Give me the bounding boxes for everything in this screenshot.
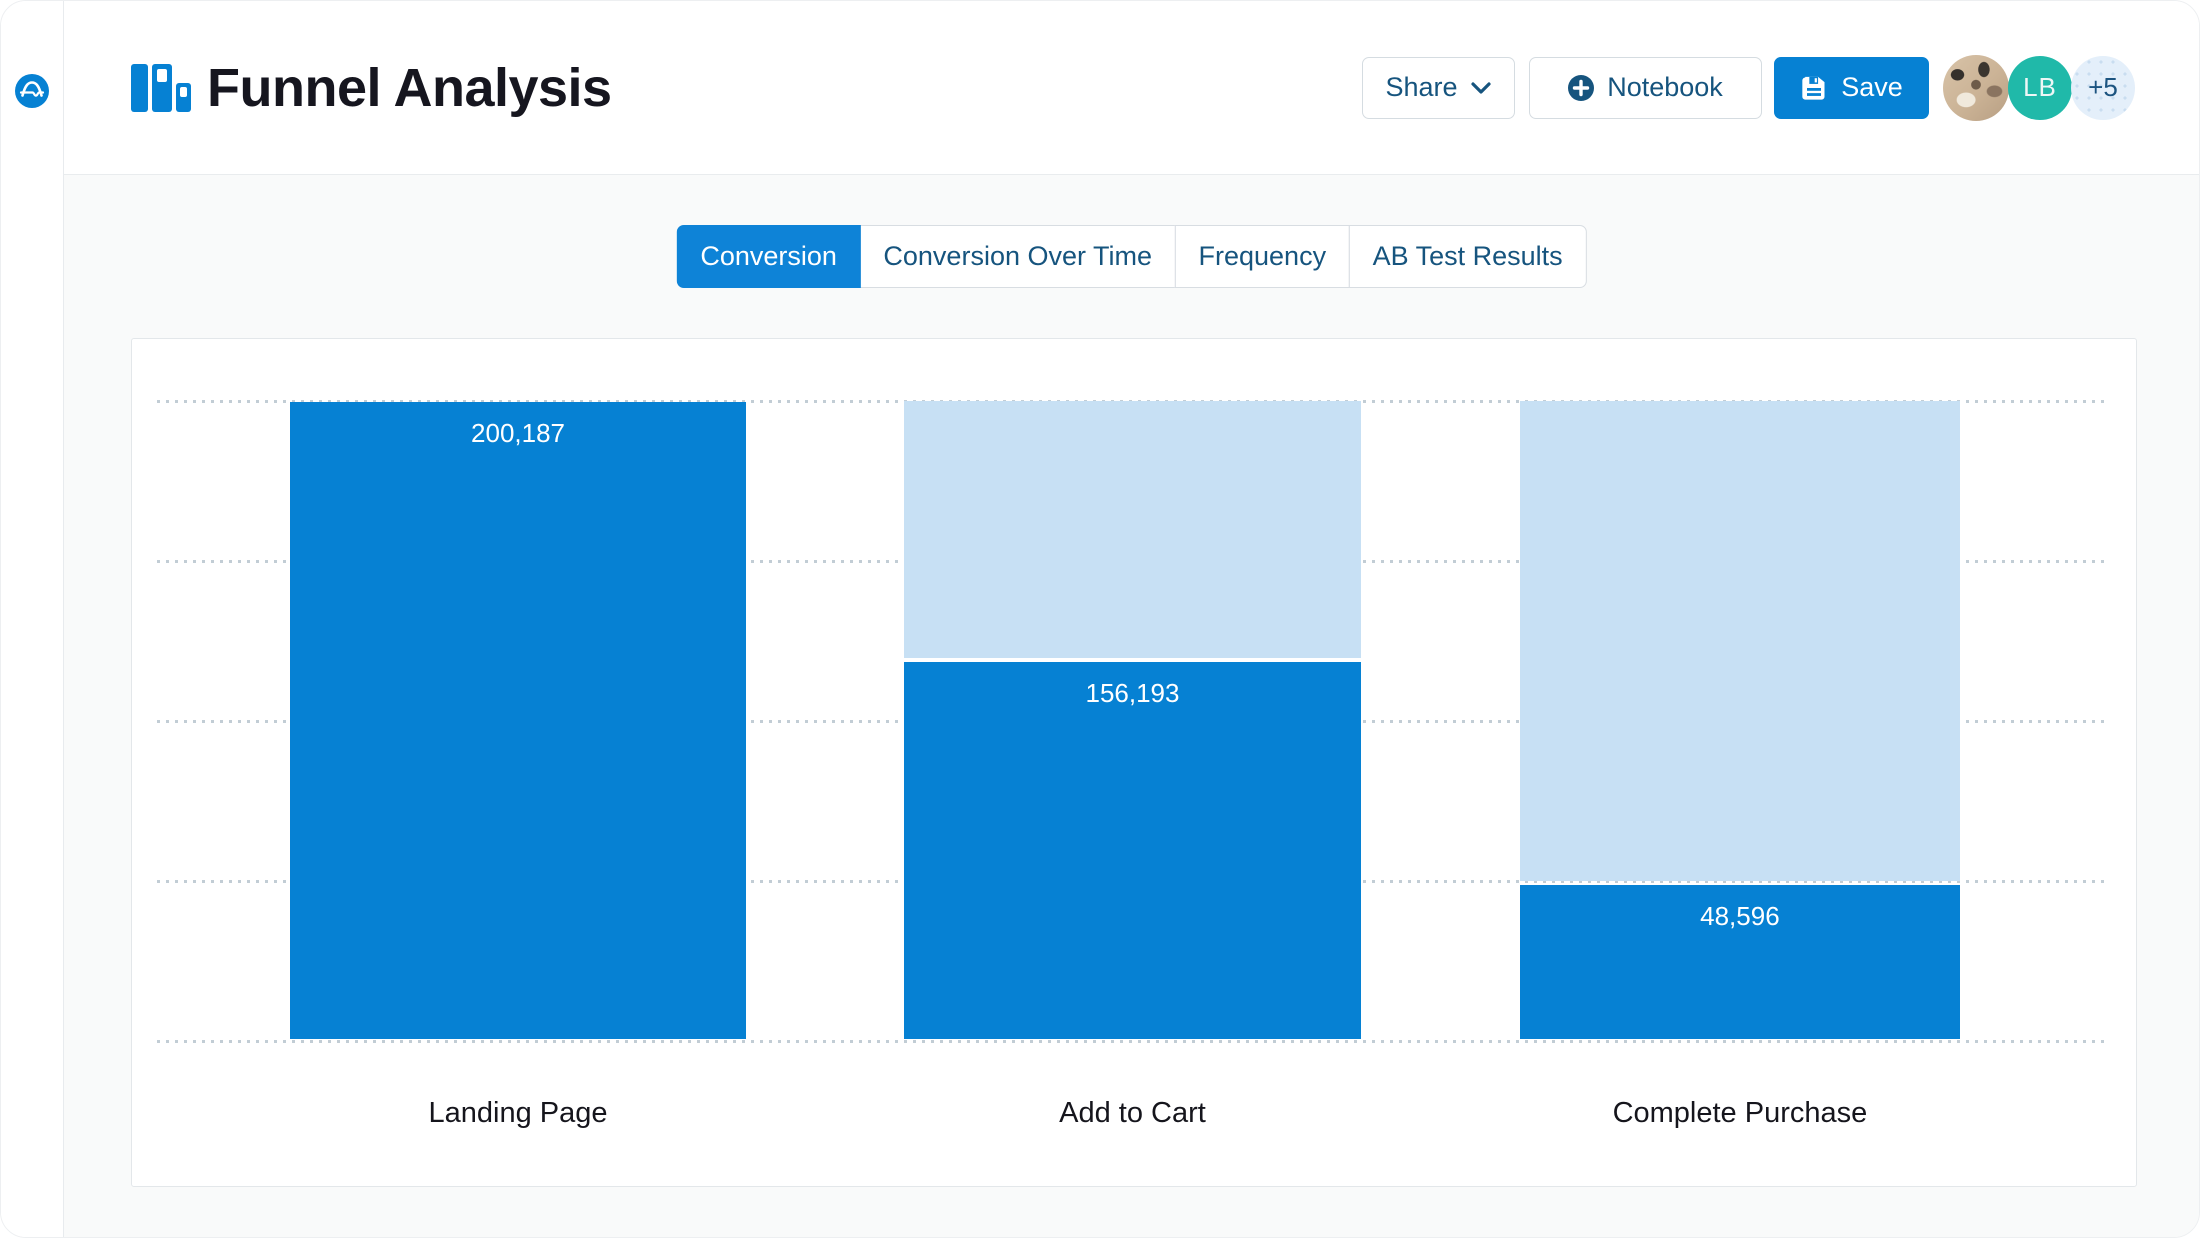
funnel-stage-label: Complete Purchase	[1520, 1097, 1961, 1130]
overflow-avatars-count: +5	[2088, 72, 2118, 103]
header-actions: Share Notebook	[1362, 55, 2135, 121]
funnel-stage-converted-segment[interactable]: 48,596	[1520, 885, 1961, 1039]
funnel-stage-remainder-segment	[904, 401, 1360, 658]
save-icon	[1800, 74, 1828, 102]
tab-bar: ConversionConversion Over TimeFrequencyA…	[676, 225, 1586, 288]
save-button[interactable]: Save	[1774, 57, 1929, 119]
funnel-stage-complete-purchase: 48,596 Complete Purchase	[1520, 401, 1961, 1041]
app-window: Funnel Analysis Share Notebook	[0, 0, 2200, 1238]
header: Funnel Analysis Share Notebook	[64, 1, 2199, 175]
amplitude-logo-icon[interactable]	[15, 74, 49, 108]
user-avatar-photo[interactable]	[1943, 55, 2009, 121]
funnel-plot: 200,187 Landing Page 156,193 Add to Cart…	[157, 401, 2107, 1041]
page-title: Funnel Analysis	[207, 57, 612, 119]
funnel-stage-converted-segment[interactable]: 200,187	[290, 402, 746, 1039]
chevron-down-icon	[1470, 81, 1492, 95]
share-button-label: Share	[1385, 72, 1457, 103]
plus-circle-icon	[1568, 75, 1594, 101]
funnel-stage-value: 156,193	[904, 678, 1360, 708]
notebook-button-label: Notebook	[1607, 72, 1723, 103]
user-avatar-initials[interactable]: LB	[2008, 56, 2072, 120]
overflow-avatars-badge[interactable]: +5	[2071, 56, 2135, 120]
funnel-chart-icon	[131, 64, 193, 112]
tab-frequency[interactable]: Frequency	[1175, 225, 1351, 288]
funnel-stage-value: 48,596	[1520, 901, 1961, 931]
main-column: Funnel Analysis Share Notebook	[64, 1, 2199, 1237]
funnel-stage-remainder-segment	[1520, 401, 1961, 881]
chart-card: 200,187 Landing Page 156,193 Add to Cart…	[131, 338, 2137, 1187]
save-button-label: Save	[1841, 72, 1903, 103]
tab-ab-test-results[interactable]: AB Test Results	[1349, 225, 1587, 288]
funnel-stage-landing-page: 200,187 Landing Page	[290, 401, 746, 1041]
funnel-stage-converted-segment[interactable]: 156,193	[904, 662, 1360, 1039]
title-group: Funnel Analysis	[131, 57, 612, 119]
tab-conversion[interactable]: Conversion	[676, 225, 861, 288]
share-button[interactable]: Share	[1362, 57, 1515, 119]
notebook-button[interactable]: Notebook	[1529, 57, 1762, 119]
tab-conversion-over-time[interactable]: Conversion Over Time	[859, 225, 1176, 288]
funnel-stage-add-to-cart: 156,193 Add to Cart	[904, 401, 1360, 1041]
funnel-stage-label: Add to Cart	[904, 1097, 1360, 1130]
funnel-stage-value: 200,187	[290, 418, 746, 448]
funnel-stage-label: Landing Page	[290, 1097, 746, 1130]
left-rail	[1, 1, 64, 1237]
content-area: ConversionConversion Over TimeFrequencyA…	[64, 175, 2199, 1237]
avatar-initials-label: LB	[2023, 72, 2057, 103]
